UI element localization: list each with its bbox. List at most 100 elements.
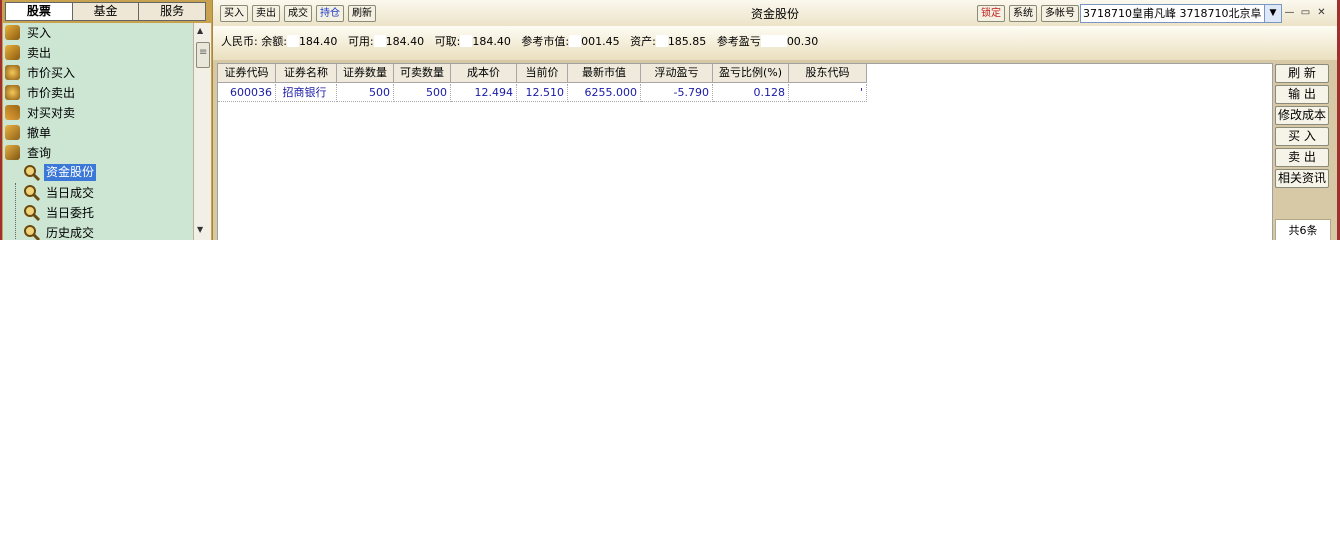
cell-code: 600036 [218,84,276,102]
toolbar-buy-button[interactable]: 买入 [220,5,248,22]
tree-item-sell[interactable]: 卖出 [3,43,193,63]
tree-item-label: 历史成交 [46,226,95,240]
system-button[interactable]: 系统 [1009,5,1037,22]
col-header-price[interactable]: 当前价 [517,64,568,82]
col-header-pl-ratio[interactable]: 盈亏比例(%) [713,64,789,82]
market-value-value: 001.45 [581,35,620,48]
main-tabs: 股票 基金 服务 [5,2,207,21]
cell-float-pl: -5.790 [641,84,713,102]
restore-icon[interactable]: ▭ [1300,7,1311,18]
tab-stock[interactable]: 股票 [5,2,73,21]
right-area: 买入 卖出 成交 持仓 刷新 资金股份 锁定 系统 多帐号 3718710皇甫凡… [213,0,1340,240]
tree-item-label: 撤单 [27,126,52,140]
tree-item-market-sell[interactable]: 市价卖出 [3,83,193,103]
tree-item-label: 市价买入 [27,66,76,80]
tree-item-swap[interactable]: 对买对卖 [3,103,193,123]
cell-sellable: 500 [394,84,451,102]
available-value: 184.40 [385,35,425,48]
withdrawable-label: 可取: [434,35,461,48]
cell-name: 招商银行 [276,84,337,102]
toolbar-positions-button[interactable]: 持仓 [316,5,344,22]
col-header-name[interactable]: 证券名称 [276,64,337,82]
close-icon[interactable]: ✕ [1316,7,1327,18]
left-border [0,0,2,240]
balance-label: 余额: [261,35,287,48]
related-info-button[interactable]: 相关资讯 [1275,169,1329,188]
toolbar-refresh-button[interactable]: 刷新 [348,5,376,22]
account-select[interactable]: 3718710皇甫凡峰 3718710北京阜 ▼ [1080,4,1282,23]
export-button[interactable]: 输 出 [1275,85,1329,104]
tree-item-today-orders[interactable]: 当日委托 [3,203,193,223]
magnifier-icon [24,225,41,240]
scroll-up-icon[interactable]: ▲ [197,26,203,35]
function-tree: 买入 卖出 市价买入 市价卖出 对买对卖 撤单 查询 资金股份 当日成交 当日委… [3,23,193,240]
tree-item-label: 当日成交 [46,186,95,200]
trading-app-window: 股票 基金 服务 买入 卖出 市价买入 市价卖出 对买对卖 撤单 查询 资金股份… [0,0,1340,240]
scrollbar-thumb[interactable] [196,42,210,68]
table-row[interactable]: 600036 招商银行 500 500 12.494 12.510 6255.0… [218,84,867,102]
tree-item-label: 买入 [27,26,52,40]
cell-pl-ratio: 0.128 [713,84,789,102]
tab-fund[interactable]: 基金 [71,2,140,21]
record-count: 共6条 [1275,219,1331,240]
tree-item-query[interactable]: 查询 [3,143,193,163]
left-panel: 股票 基金 服务 买入 卖出 市价买入 市价卖出 对买对卖 撤单 查询 资金股份… [0,0,213,240]
refresh-button[interactable]: 刷 新 [1275,64,1329,83]
tree-item-label: 查询 [27,146,52,160]
account-select-value: 3718710皇甫凡峰 3718710北京阜 [1083,7,1262,20]
table-header: 证券代码 证券名称 证券数量 可卖数量 成本价 当前价 最新市值 浮动盈亏 盈亏… [218,64,867,83]
tree-item-buy[interactable]: 买入 [3,23,193,43]
balance-value: 184.40 [298,35,338,48]
tree-item-market-buy[interactable]: 市价买入 [3,63,193,83]
tree-item-label: 资金股份 [44,164,97,181]
cell-holder-code: ' [789,84,867,102]
market-sell-icon [5,85,20,100]
account-summary: 人民币: 余额: 184.40 可用: 184.40 可取: 184.40 参考市值:… [213,26,1340,60]
window-title: 资金股份 [750,7,799,21]
tree-item-today-trades[interactable]: 当日成交 [3,183,193,203]
query-icon [5,145,20,160]
toolbar-trades-button[interactable]: 成交 [284,5,312,22]
chevron-down-icon[interactable]: ▼ [1264,5,1281,22]
tree-item-label: 卖出 [27,46,52,60]
modify-cost-button[interactable]: 修改成本 [1275,106,1329,125]
tab-service[interactable]: 服务 [138,2,207,21]
col-header-quantity[interactable]: 证券数量 [337,64,394,82]
col-header-float-pl[interactable]: 浮动盈亏 [641,64,713,82]
magnifier-icon [24,165,41,182]
withdrawable-value: 184.40 [472,35,511,48]
toolbar-sell-button[interactable]: 卖出 [252,5,280,22]
positions-table: 证券代码 证券名称 证券数量 可卖数量 成本价 当前价 最新市值 浮动盈亏 盈亏… [217,63,1273,240]
cancel-order-icon [5,125,20,140]
summary-line: 人民币: 余额: 184.40 可用: 184.40 可取: 184.40 参考市值:… [221,33,818,49]
sell-button[interactable]: 卖 出 [1275,148,1329,167]
magnifier-icon [24,185,41,202]
swap-icon [5,105,20,120]
magnifier-icon [24,205,41,222]
tree-item-funds-positions[interactable]: 资金股份 [3,163,193,183]
col-header-cost[interactable]: 成本价 [451,64,517,82]
buy-icon [5,25,20,40]
currency-label: 人民币: [221,35,258,48]
tree-item-history-trades[interactable]: 历史成交 [3,223,193,240]
cell-price: 12.510 [517,84,568,102]
available-label: 可用: [347,35,374,48]
tree-item-label: 当日委托 [46,206,95,220]
scroll-down-icon[interactable]: ▼ [197,225,203,234]
profit-value: 00.30 [786,35,819,48]
col-header-holder-code[interactable]: 股东代码 [789,64,867,82]
col-header-code[interactable]: 证券代码 [218,64,276,82]
tree-item-cancel-order[interactable]: 撤单 [3,123,193,143]
sell-icon [5,45,20,60]
lock-button[interactable]: 锁定 [977,5,1005,22]
buy-button[interactable]: 买 入 [1275,127,1329,146]
col-header-sellable[interactable]: 可卖数量 [394,64,451,82]
market-buy-icon [5,65,20,80]
col-header-market-value[interactable]: 最新市值 [568,64,641,82]
cell-market-value: 6255.000 [568,84,641,102]
tree-scrollbar[interactable]: ▲ ▼ [193,23,211,240]
cell-cost: 12.494 [451,84,517,102]
tree-item-label: 市价卖出 [27,86,76,100]
minimize-icon[interactable]: — [1284,7,1295,18]
multi-account-button[interactable]: 多帐号 [1041,5,1079,22]
